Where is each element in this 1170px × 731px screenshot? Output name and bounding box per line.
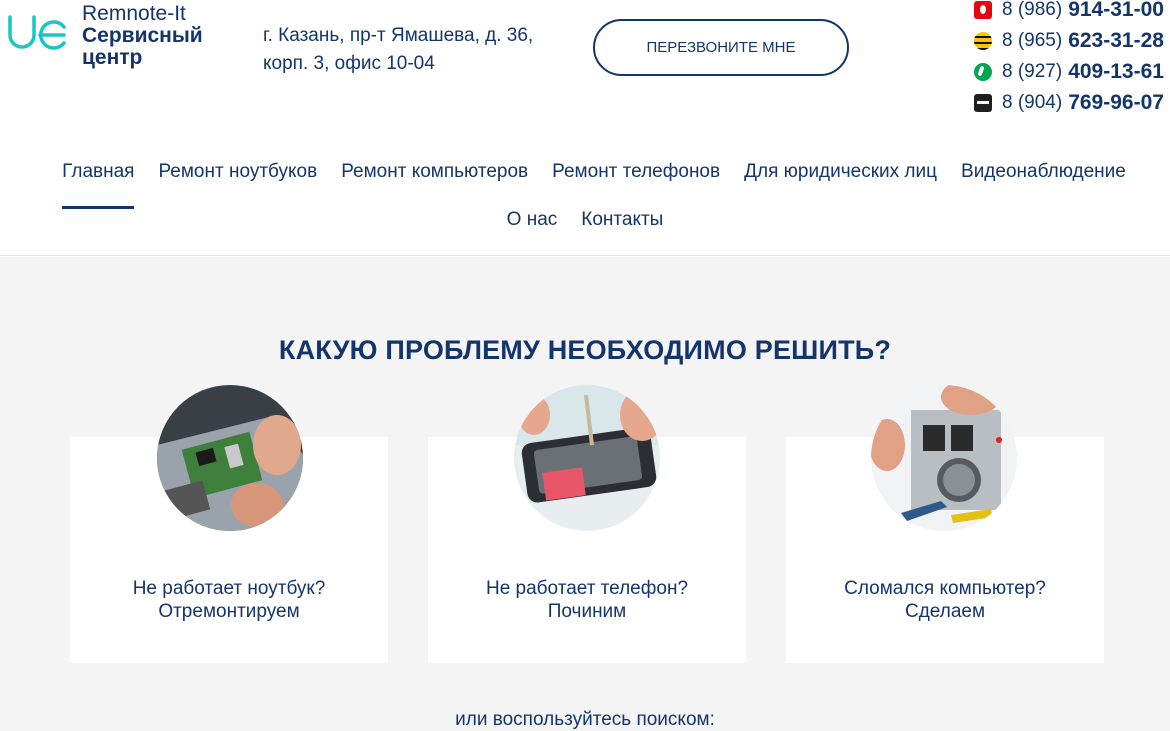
logo-title: Remnote-It <box>82 2 186 25</box>
logo-text: Remnote-It Сервисный центр <box>82 3 203 69</box>
site-header: Remnote-It Сервисный центр г. Казань, пр… <box>0 0 1170 256</box>
nav-item-laptop-repair[interactable]: Ремонт ноутбуков <box>158 150 317 194</box>
beeline-icon <box>974 31 992 50</box>
laptop-repair-photo <box>157 385 303 531</box>
search-hint: или воспользуйтесь поиском: <box>455 709 715 730</box>
problem-section: КАКУЮ ПРОБЛЕМУ НЕОБХОДИМО РЕШИТЬ? Не раб… <box>0 257 1170 731</box>
address-line-1: г. Казань, пр-т Ямашева, д. 36, <box>263 25 534 46</box>
nav-item-business[interactable]: Для юридических лиц <box>744 150 937 194</box>
megafon-icon <box>974 62 992 81</box>
card-text: Не работает ноутбук? Отремонтируем <box>70 577 388 623</box>
tele2-icon <box>974 93 992 112</box>
computer-repair-photo <box>871 385 1017 531</box>
section-title: КАКУЮ ПРОБЛЕМУ НЕОБХОДИМО РЕШИТЬ? <box>278 335 892 365</box>
card-text: Сломался компьютер? Сделаем <box>786 577 1104 623</box>
phone-number: 409-13-61 <box>1068 59 1164 83</box>
card-title: Не работает телефон? <box>485 578 689 599</box>
phone-code: 8 (965) <box>1002 29 1063 51</box>
nav-item-about[interactable]: О нас <box>507 198 558 242</box>
address-line-2: корп. 3, офис 10-04 <box>263 53 435 74</box>
phone-number: 914-31-00 <box>1068 0 1164 21</box>
nav-item-contacts[interactable]: Контакты <box>581 198 663 242</box>
mts-icon <box>974 0 992 19</box>
nav-item-home[interactable]: Главная <box>62 150 135 209</box>
callback-button[interactable]: ПЕРЕЗВОНИТЕ МНЕ <box>593 19 849 76</box>
address: г. Казань, пр-т Ямашева, д. 36, корп. 3,… <box>263 22 563 78</box>
card-text: Не работает телефон? Починим <box>428 577 746 623</box>
phone-code: 8 (986) <box>1002 0 1063 20</box>
logo-subtitle-1: Сервисный <box>82 24 203 47</box>
card-title: Не работает ноутбук? <box>132 578 326 599</box>
phone-beeline[interactable]: 8 (965) 623-31-28 <box>974 25 1170 56</box>
logo[interactable]: Remnote-It Сервисный центр <box>6 3 206 77</box>
nav-row: Главная Ремонт ноутбуков Ремонт компьюте… <box>0 150 1170 209</box>
phone-code: 8 (927) <box>1002 60 1063 82</box>
card-subtitle: Отремонтируем <box>158 601 300 622</box>
phone-code: 8 (904) <box>1002 91 1063 113</box>
card-subtitle: Сделаем <box>904 601 986 622</box>
card-subtitle: Починим <box>547 601 627 622</box>
phone-repair-photo <box>514 385 660 531</box>
logo-mark-icon <box>8 15 66 50</box>
nav-item-cctv[interactable]: Видеонаблюдение <box>961 150 1126 194</box>
main-nav: Главная Ремонт ноутбуков Ремонт компьюте… <box>0 150 1170 246</box>
phone-tele2[interactable]: 8 (904) 769-96-07 <box>974 87 1170 118</box>
phone-megafon[interactable]: 8 (927) 409-13-61 <box>974 56 1170 87</box>
nav-row: О нас Контакты <box>0 198 1170 246</box>
phone-list: 8 (986) 914-31-00 8 (965) 623-31-28 8 (9… <box>974 0 1170 118</box>
phone-mts[interactable]: 8 (986) 914-31-00 <box>974 0 1170 25</box>
logo-subtitle-2: центр <box>82 46 143 69</box>
card-title: Сломался компьютер? <box>844 578 1046 599</box>
phone-number: 769-96-07 <box>1068 90 1164 114</box>
nav-item-phone-repair[interactable]: Ремонт телефонов <box>552 150 720 194</box>
phone-number: 623-31-28 <box>1068 28 1164 52</box>
nav-item-computer-repair[interactable]: Ремонт компьютеров <box>341 150 528 194</box>
